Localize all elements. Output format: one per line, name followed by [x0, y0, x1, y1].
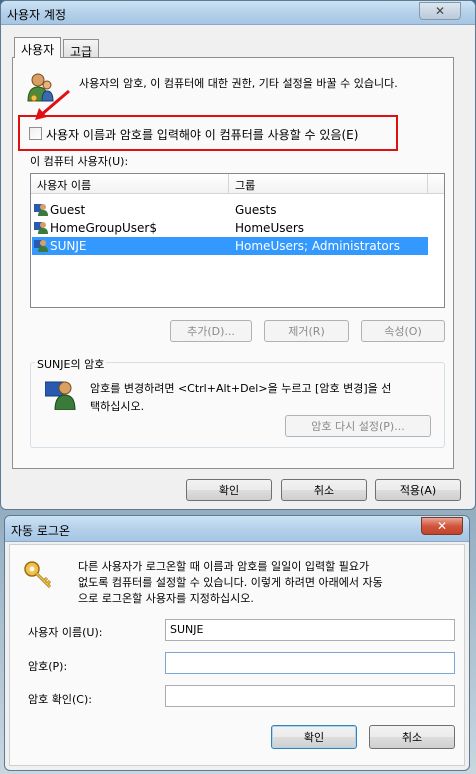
password-instructions-line2: 택하십시오.	[90, 400, 145, 413]
confirm-password-field[interactable]	[165, 685, 455, 707]
table-row-selected[interactable]: SUNJE HomeUsers; Administrators	[32, 237, 428, 255]
properties-button[interactable]: 속성(O)	[361, 320, 445, 342]
close-button[interactable]: ✕	[419, 2, 461, 20]
button-label: 확인	[303, 731, 325, 744]
dialog-client: 다른 사용자가 로그온할 때 이름과 암호를 일일이 입력할 필요가 없도록 컴…	[9, 544, 465, 766]
checkbox-label: 사용자 이름과 암호를 입력해야 이 컴퓨터를 사용할 수 있음(E)	[46, 128, 359, 142]
ok-button[interactable]: 확인	[271, 725, 357, 749]
row-username: HomeGroupUser$	[50, 221, 157, 235]
window-title: 자동 로그온	[11, 524, 71, 538]
remove-user-button[interactable]: 제거(R)	[264, 320, 349, 342]
ok-button[interactable]: 확인	[186, 479, 272, 501]
column-header-username[interactable]: 사용자 이름	[37, 177, 91, 193]
column-header-group[interactable]: 그룹	[235, 177, 255, 193]
list-header: 사용자 이름 그룹	[31, 174, 444, 194]
tab-label: 사용자	[21, 43, 55, 57]
user-icon	[34, 222, 48, 234]
arrow-icon	[35, 89, 70, 120]
button-label: 취소	[401, 731, 423, 744]
table-row[interactable]: HomeGroupUser$ HomeUsers	[32, 219, 412, 237]
button-label: 확인	[218, 484, 240, 497]
password-group-title: SUNJE의 암호	[35, 356, 107, 372]
button-label: 취소	[313, 484, 335, 497]
row-username: Guest	[50, 203, 86, 217]
user-icon	[45, 381, 76, 410]
users-listview[interactable]: 사용자 이름 그룹 Guest Guests HomeGroupUser$ Ho…	[30, 173, 445, 308]
description-line3: 으로 로그온할 사용자를 지정하십시오.	[78, 592, 254, 605]
row-group: HomeUsers	[235, 221, 305, 235]
description-line2: 없도록 컴퓨터를 설정할 수 있습니다. 이렇게 하려면 아래에서 자동	[78, 576, 383, 589]
button-label: 암호 다시 설정(P)...	[311, 420, 405, 433]
cancel-button[interactable]: 취소	[369, 725, 455, 749]
title-bar[interactable]: 사용자 계정 ✕	[1, 1, 475, 25]
username-label: 사용자 이름(U):	[28, 626, 103, 639]
users-list-label: 이 컴퓨터 사용자(U):	[30, 155, 129, 168]
add-user-button[interactable]: 추가(D)...	[170, 320, 252, 342]
close-button[interactable]: ✕	[421, 517, 463, 535]
close-icon: ✕	[434, 4, 446, 18]
tab-users[interactable]: 사용자	[14, 37, 62, 58]
close-icon: ✕	[436, 519, 448, 533]
cancel-button[interactable]: 취소	[281, 479, 367, 501]
button-label: 적용(A)	[399, 484, 437, 497]
table-row[interactable]: Guest Guests	[32, 201, 412, 219]
apply-button[interactable]: 적용(A)	[375, 479, 461, 501]
title-bar[interactable]: 자동 로그온 ✕	[5, 516, 469, 542]
password-label: 암호(P):	[28, 660, 68, 673]
username-value: SUNJE	[170, 623, 204, 636]
column-separator[interactable]	[228, 174, 229, 194]
password-instructions-line1: 암호를 변경하려면 <Ctrl+Alt+Del>을 누르고 [암호 변경]을 선	[90, 382, 392, 395]
auto-logon-dialog: 자동 로그온 ✕ 다른 사용자가 로그온할 때 이름과 암호를 일일이 입력할 …	[4, 515, 470, 771]
user-icon	[34, 204, 48, 216]
description-line1: 다른 사용자가 로그온할 때 이름과 암호를 일일이 입력할 필요가	[78, 560, 370, 573]
password-field[interactable]	[165, 652, 455, 674]
window-title: 사용자 계정	[7, 8, 67, 22]
key-icon	[24, 561, 52, 589]
tab-panel: 사용자의 암호, 이 컴퓨터에 대한 권한, 기타 설정을 바꿀 수 있습니다.…	[12, 57, 454, 469]
button-label: 제거(R)	[288, 325, 325, 338]
button-label: 속성(O)	[384, 325, 422, 338]
row-group: HomeUsers; Administrators	[235, 239, 400, 253]
intro-text: 사용자의 암호, 이 컴퓨터에 대한 권한, 기타 설정을 바꿀 수 있습니다.	[79, 77, 398, 90]
confirm-password-label: 암호 확인(C):	[28, 693, 92, 706]
require-password-checkbox[interactable]	[29, 127, 42, 140]
user-accounts-dialog: 사용자 계정 ✕ 사용자 고급 사용자의 암호, 이 컴퓨터에 대한 권한, 기…	[0, 0, 476, 510]
user-icon	[34, 240, 48, 252]
tab-advanced[interactable]: 고급	[63, 39, 100, 59]
username-field[interactable]: SUNJE	[165, 619, 455, 641]
button-label: 추가(D)...	[187, 325, 235, 338]
row-group: Guests	[235, 203, 277, 217]
reset-password-button[interactable]: 암호 다시 설정(P)...	[285, 415, 431, 437]
column-separator[interactable]	[427, 174, 428, 194]
row-username: SUNJE	[50, 239, 87, 253]
